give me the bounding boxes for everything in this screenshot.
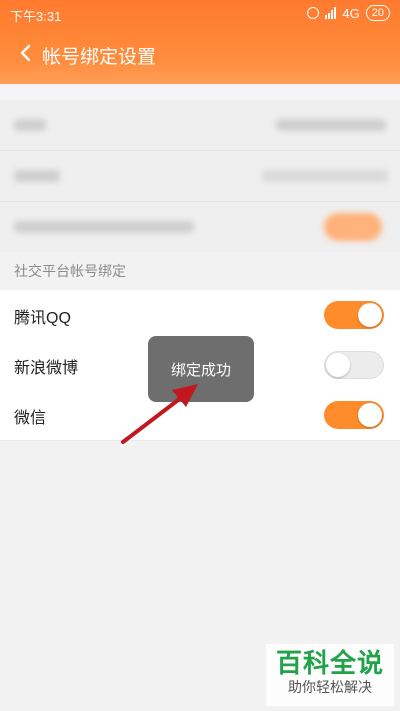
nav-bar: 帐号绑定设置 — [0, 34, 400, 74]
binding-label: 微信 — [14, 410, 47, 427]
battery-icon: 20 — [365, 5, 390, 21]
toast-text: 绑定成功 — [170, 361, 231, 379]
signal-icon — [325, 7, 337, 19]
toggle-knob — [358, 403, 382, 427]
status-icons: 4G 20 — [307, 5, 390, 21]
watermark-title: 百科全说 — [275, 648, 384, 678]
app-header: 下午3:31 4G 20 帐号绑定设置 — [0, 0, 400, 84]
back-arrow-icon[interactable] — [14, 42, 36, 64]
status-bar: 下午3:31 4G 20 — [0, 0, 400, 28]
binding-row-qq: 腾讯QQ — [0, 290, 400, 341]
binding-label: 新浪微博 — [14, 360, 79, 377]
section-header: 社交平台帐号绑定 — [0, 252, 400, 288]
section-title: 社交平台帐号绑定 — [14, 263, 126, 279]
obscured-row-nickname — [0, 100, 400, 151]
alarm-clock-icon — [307, 7, 320, 19]
toggle-knob — [326, 353, 350, 377]
page-title: 帐号绑定设置 — [42, 47, 157, 68]
header-spacer — [0, 84, 400, 100]
obscured-row-setting — [0, 202, 400, 253]
network-type: 4G — [342, 5, 360, 21]
status-time: 下午3:31 — [10, 9, 62, 24]
qq-toggle[interactable] — [324, 301, 384, 329]
watermark-logo: 百科全说 助你轻松解决 — [266, 644, 394, 706]
toast-message: 绑定成功 — [148, 336, 254, 402]
wechat-toggle[interactable] — [324, 401, 384, 429]
obscured-toggle — [324, 213, 382, 241]
toggle-knob — [358, 303, 382, 327]
binding-label: 腾讯QQ — [14, 310, 71, 327]
weibo-toggle[interactable] — [324, 351, 384, 379]
watermark-subtitle: 助你轻松解决 — [288, 679, 372, 695]
obscured-row-account — [0, 151, 400, 202]
